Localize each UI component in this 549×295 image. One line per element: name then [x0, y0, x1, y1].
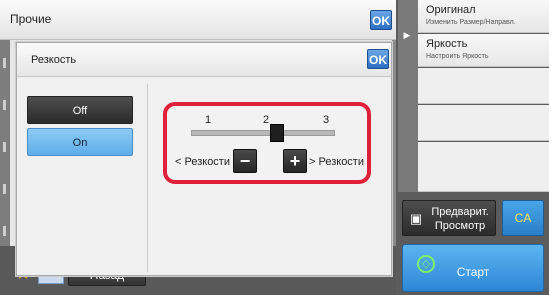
preview-icon: ▣	[409, 211, 423, 226]
dialog-body: Off On 1 2 3 < Резкости − + > Резкости	[17, 78, 391, 275]
menu-item-empty	[418, 142, 549, 192]
start-icon: ◇	[417, 255, 435, 273]
menu-item-subtitle: Настроить Яркость	[426, 53, 489, 60]
option-off-button[interactable]: Off	[27, 96, 133, 124]
start-label: Старт	[456, 265, 490, 279]
menu-item-empty	[418, 105, 549, 141]
sharpness-dialog: Резкость OK Off On 1 2 3 < Резкости − + …	[16, 42, 392, 276]
divider	[147, 84, 148, 272]
tick-label-3: 3	[323, 114, 330, 126]
preview-label-line2: Просмотр	[434, 220, 486, 232]
play-arrow-icon[interactable]: ▶	[400, 28, 414, 42]
preview-button[interactable]: ▣ Предварит. Просмотр	[402, 200, 496, 236]
outer-header: Прочие OK	[0, 0, 396, 40]
start-button[interactable]: ◇ Старт	[402, 244, 544, 292]
outer-title: Прочие	[10, 12, 52, 26]
option-on-button[interactable]: On	[27, 128, 133, 156]
outer-ok-button[interactable]: OK	[370, 10, 392, 30]
menu-item-empty	[418, 68, 549, 104]
menu-item-title: Оригинал	[426, 4, 476, 16]
tick-label-1: 1	[205, 114, 212, 126]
option-column: Off On	[27, 96, 139, 270]
dialog-title: Резкость	[31, 54, 77, 66]
tick-label-2: 2	[263, 114, 270, 126]
clear-all-button[interactable]: CA	[502, 200, 544, 236]
left-strip	[0, 40, 10, 270]
menu-item-original[interactable]: Оригинал Изменить Размер/Направл.	[418, 0, 549, 33]
decrease-button[interactable]: −	[233, 149, 257, 173]
increase-button[interactable]: +	[283, 149, 307, 173]
less-sharpness-label: < Резкости	[175, 156, 230, 168]
menu-item-title: Яркость	[426, 38, 468, 50]
sharpness-slider-panel: 1 2 3 < Резкости − + > Резкости	[163, 102, 371, 184]
dialog-ok-button[interactable]: OK	[367, 49, 389, 69]
menu-item-subtitle: Изменить Размер/Направл.	[426, 19, 516, 26]
preview-label-line1: Предварит.	[431, 206, 489, 218]
more-sharpness-label: > Резкости	[309, 156, 364, 168]
dialog-header: Резкость OK	[17, 43, 391, 77]
menu-item-brightness[interactable]: Яркость Настроить Яркость	[418, 34, 549, 67]
slider-track[interactable]	[191, 130, 335, 136]
slider-thumb[interactable]	[270, 124, 284, 142]
